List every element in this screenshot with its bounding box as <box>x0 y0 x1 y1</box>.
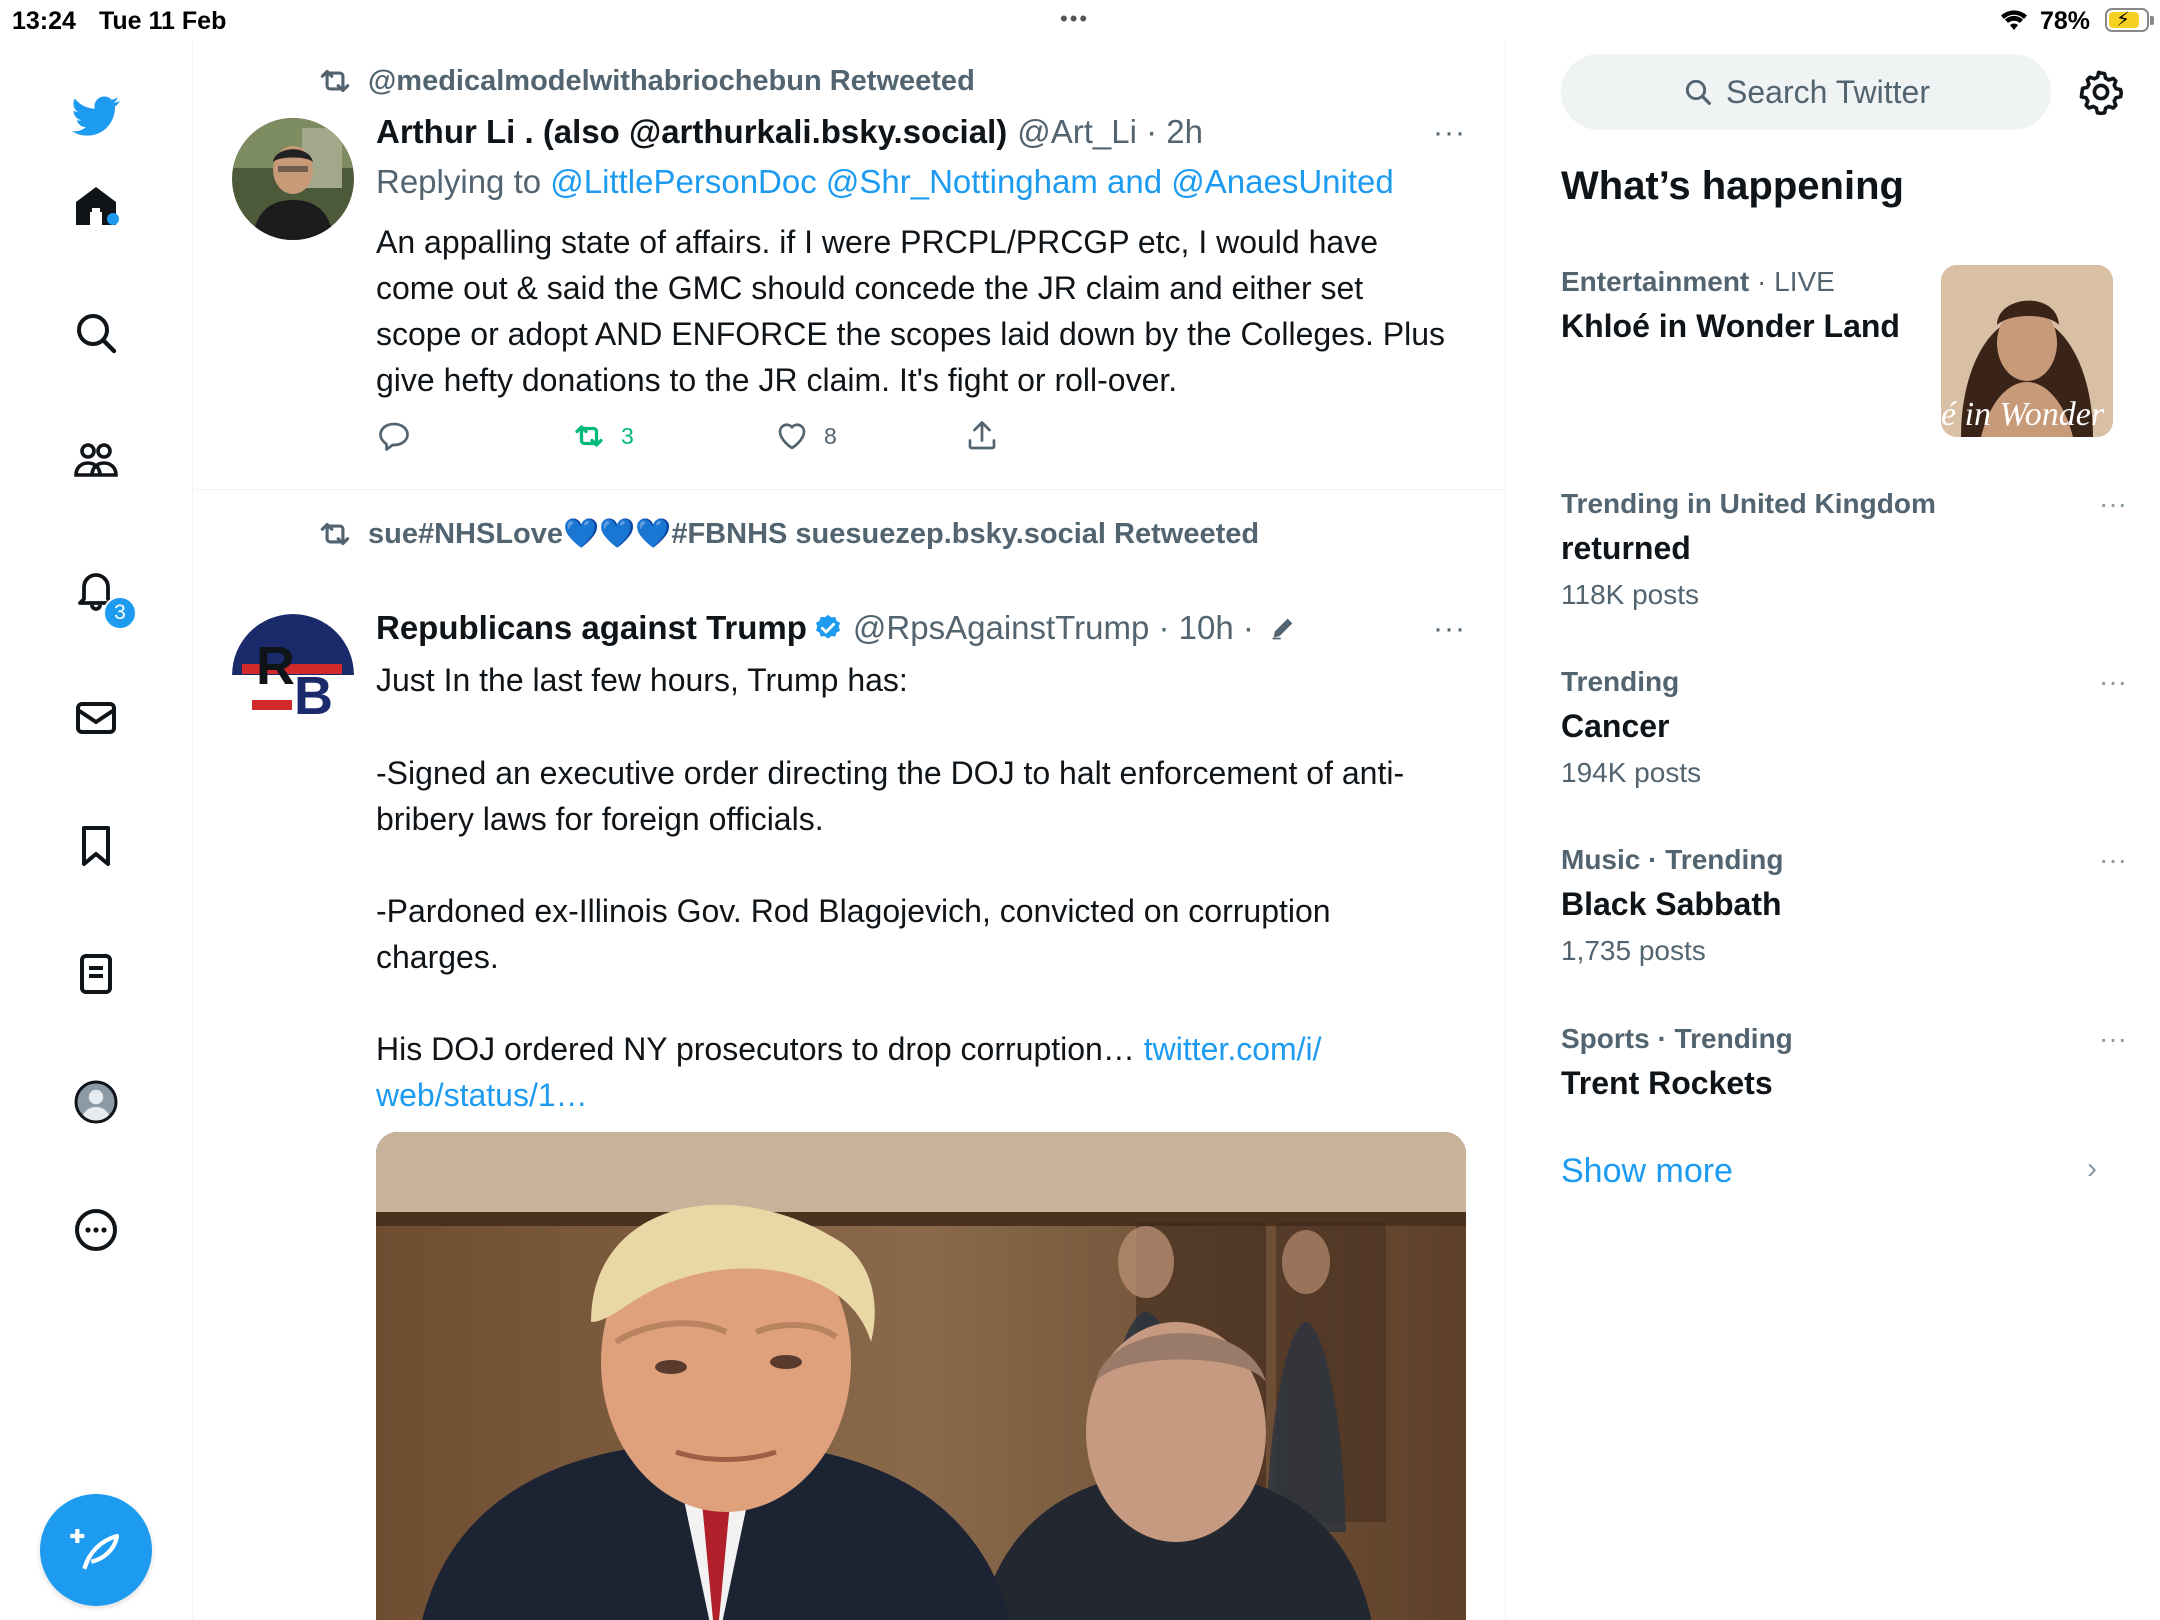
battery-percentage: 78% <box>2040 7 2091 35</box>
search-icon <box>1685 79 1711 105</box>
left-navigation: 3 <box>0 40 193 1620</box>
retweet-icon <box>320 69 350 93</box>
tweet-more-button[interactable]: ··· <box>1433 612 1466 646</box>
retweet-count: 3 <box>621 422 634 449</box>
author-name[interactable]: Arthur Li . (also @arthurkali.bsky.socia… <box>376 113 1007 150</box>
trend-context: Entertainment <box>1561 266 1750 297</box>
author-handle-time[interactable]: @Art_Li · 2h <box>1017 113 1203 150</box>
messages-envelope-icon[interactable] <box>68 690 124 746</box>
tweet-more-button[interactable]: ··· <box>1433 116 1466 150</box>
more-options-icon[interactable] <box>68 1202 124 1258</box>
trend-count: 194K posts <box>1561 757 1702 788</box>
trend-thumbnail[interactable]: é in Wonder L <box>1941 265 2113 437</box>
retweet-context: @medicalmodelwithabriochebun Retweeted <box>316 62 975 100</box>
svg-text:R: R <box>256 636 295 696</box>
tweet-text: An appalling state of affairs. if I were… <box>376 224 1445 398</box>
reply-icon <box>379 422 409 451</box>
trend-context: Sports · Trending <box>1561 1023 1793 1054</box>
trend-topic: Cancer <box>1561 708 1670 744</box>
edit-pencil-icon <box>1272 618 1293 640</box>
home-icon[interactable] <box>68 178 124 234</box>
trend-thumbnail-caption: é in Wonder L <box>1941 396 2113 433</box>
trend-count: 118K posts <box>1561 579 1700 610</box>
retweeted-by-label[interactable]: @medicalmodelwithabriochebun Retweeted <box>368 65 975 98</box>
tweet-photo[interactable] <box>376 1132 1466 1620</box>
retweeted-by-label[interactable]: sue#NHSLove💙💙💙#FBNHS suesuezep.bsky.soci… <box>368 517 1259 551</box>
svg-text:B: B <box>294 666 333 726</box>
like-count: 8 <box>824 422 837 449</box>
show-more-link[interactable]: Show more <box>1561 1152 1733 1191</box>
tweet-paragraph: -Pardoned ex-Illinois Gov. Rod Blagojevi… <box>376 893 1331 975</box>
trend-more-button[interactable]: ··· <box>2099 844 2127 876</box>
avatar[interactable]: R B <box>232 614 354 736</box>
lists-icon[interactable] <box>68 946 124 1002</box>
right-sidebar: Search Twitter What’s happening Entertai… <box>1507 40 2160 1620</box>
heart-icon <box>778 423 806 450</box>
tweet-paragraph-text: His DOJ ordered NY prosecutors to drop c… <box>376 1031 1135 1067</box>
retweet-action-icon <box>575 425 603 447</box>
tweet-actions: 3 8 <box>376 418 1276 458</box>
replying-to: Replying to @LittlePersonDoc @Shr_Nottin… <box>376 163 1394 201</box>
tweet[interactable]: @medicalmodelwithabriochebun Retweeted A… <box>194 40 1505 490</box>
home-unread-dot <box>107 213 119 225</box>
wifi-icon <box>1998 6 2030 39</box>
trend-item[interactable]: Trending Cancer 194K posts ··· <box>1561 666 2127 789</box>
tweet-text: Just In the last few hours, Trump has: -… <box>376 657 1456 1118</box>
chevron-right-icon[interactable]: › <box>2087 1152 2097 1186</box>
trend-more-button[interactable]: ··· <box>2099 488 2127 520</box>
trend-item[interactable]: Sports · Trending Trent Rockets ··· <box>1561 1023 2127 1102</box>
retweet-button[interactable]: 3 <box>571 418 634 454</box>
trend-context: Music · Trending <box>1561 844 1784 875</box>
trend-item[interactable]: Trending in United Kingdom returned 118K… <box>1561 488 2127 611</box>
share-button[interactable] <box>964 418 1000 454</box>
share-icon <box>968 421 996 450</box>
notifications-badge: 3 <box>103 596 137 630</box>
communities-icon[interactable] <box>68 433 124 489</box>
retweet-icon <box>320 522 350 546</box>
trend-more-button[interactable]: ··· <box>2099 1023 2127 1055</box>
trend-context: Trending in United Kingdom <box>1561 488 1936 519</box>
verified-badge-icon <box>815 614 840 639</box>
trend-context: Trending <box>1561 666 1680 697</box>
compose-tweet-button[interactable] <box>40 1494 152 1606</box>
battery-icon: ⚡ <box>2105 8 2154 32</box>
status-time: 13:24 <box>12 7 76 35</box>
trend-topic: returned <box>1561 530 1691 566</box>
trend-live-label: · LIVE <box>1749 266 1835 297</box>
author-name[interactable]: Republicans against Trump <box>376 609 807 646</box>
trend-item[interactable]: Music · Trending Black Sabbath 1,735 pos… <box>1561 844 2127 967</box>
twitter-logo-icon[interactable] <box>68 88 124 144</box>
tweet[interactable]: sue#NHSLove💙💙💙#FBNHS suesuezep.bsky.soci… <box>194 491 1505 1620</box>
search-placeholder: Search Twitter <box>1726 73 1930 110</box>
tweet-paragraph: His DOJ ordered NY prosecutors to drop c… <box>376 1026 1456 1118</box>
profile-avatar-icon[interactable] <box>68 1074 124 1130</box>
trend-topic: Black Sabbath <box>1561 886 1782 922</box>
settings-gear-icon[interactable] <box>2077 68 2125 116</box>
timeline: @medicalmodelwithabriochebun Retweeted A… <box>194 40 1506 1620</box>
status-date: Tue 11 Feb <box>99 7 227 35</box>
whats-happening-title: What’s happening <box>1561 164 1904 208</box>
replying-prefix: Replying to <box>376 163 542 200</box>
search-icon[interactable] <box>68 305 124 361</box>
tweet-link-continued[interactable]: web/status/1… <box>376 1077 588 1113</box>
retweet-context: sue#NHSLove💙💙💙#FBNHS suesuezep.bsky.soci… <box>316 515 1259 553</box>
trend-topic: Trent Rockets <box>1561 1065 1773 1101</box>
like-button[interactable]: 8 <box>774 418 837 454</box>
trend-count: 1,735 posts <box>1561 935 1706 966</box>
author-handle-time[interactable]: @RpsAgainstTrump · 10h · <box>853 609 1254 646</box>
search-box[interactable]: Search Twitter <box>1561 54 2051 130</box>
status-bar: 13:24 Tue 11 Feb ••• 78% ⚡ <box>0 0 2160 40</box>
compose-feather-icon <box>70 1529 120 1570</box>
multitasking-grabber[interactable]: ••• <box>1060 6 1089 32</box>
avatar[interactable] <box>232 118 354 240</box>
tweet-link[interactable]: twitter.com/i/ <box>1144 1031 1322 1067</box>
tweet-paragraph: Just In the last few hours, Trump has: <box>376 662 908 698</box>
replying-mentions-link[interactable]: @LittlePersonDoc @Shr_Nottingham and @An… <box>550 163 1393 200</box>
bookmarks-icon[interactable] <box>68 818 124 874</box>
tweet-paragraph: -Signed an executive order directing the… <box>376 755 1405 837</box>
reply-button[interactable] <box>376 418 412 454</box>
trend-more-button[interactable]: ··· <box>2099 666 2127 698</box>
